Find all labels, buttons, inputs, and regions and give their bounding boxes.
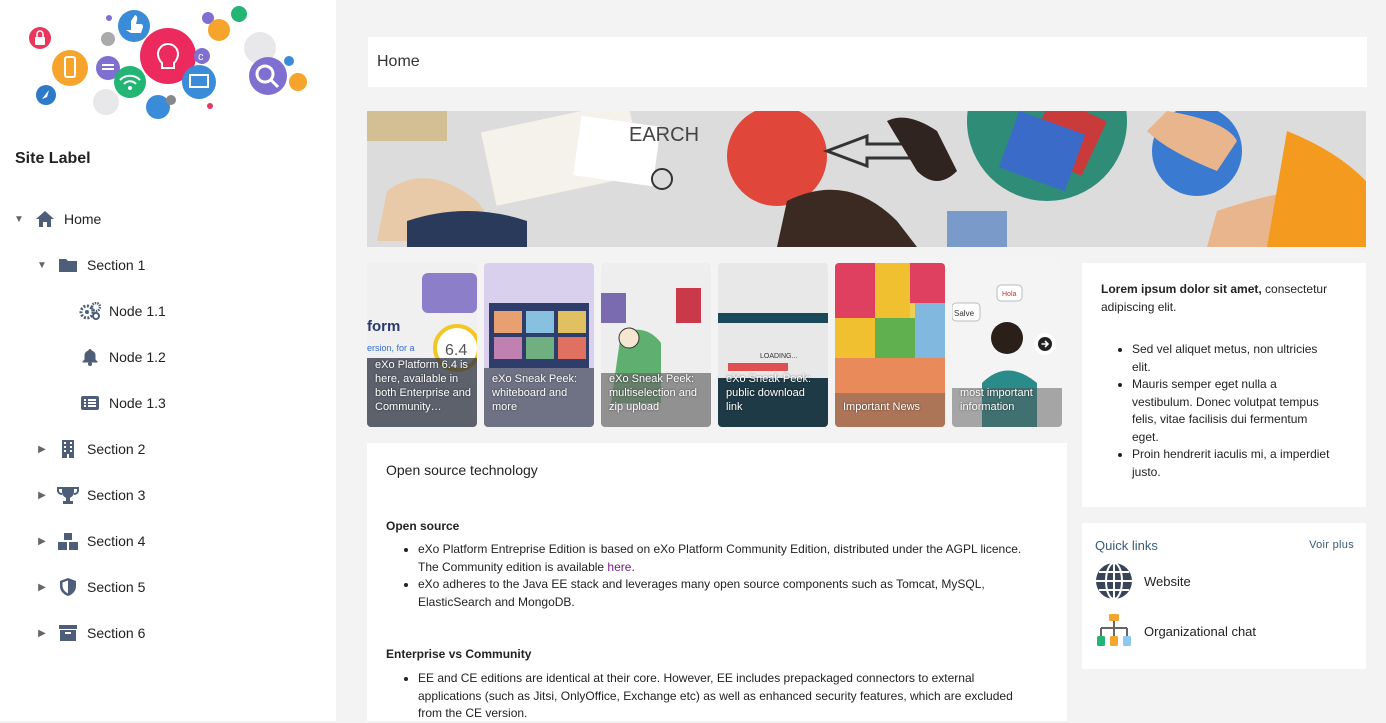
news-tile-title: eXo Sneak Peek: whiteboard and more xyxy=(492,373,578,413)
news-tile[interactable]: eXo Sneak Peek: multiselection and zip u… xyxy=(601,263,711,427)
list-item: eXo Platform Entreprise Edition is based… xyxy=(418,541,1023,576)
nav-item-home[interactable]: ▼ Home xyxy=(12,207,101,231)
globe-icon xyxy=(1095,562,1133,600)
caret-right-icon[interactable]: ▶ xyxy=(35,628,49,639)
list-item: Mauris semper eget nulla a vestibulum. D… xyxy=(1132,376,1332,446)
list-item: EE and CE editions are identical at thei… xyxy=(418,670,1023,723)
news-tile-title: most important information xyxy=(960,387,1033,413)
page-title: Home xyxy=(377,53,420,70)
home-icon xyxy=(34,209,56,229)
news-tile-title: Important News xyxy=(843,401,921,413)
gears-icon xyxy=(79,301,101,321)
nav-item-label: Home xyxy=(64,211,102,227)
nav-item-label: Node 1.2 xyxy=(109,349,166,365)
list-icon xyxy=(79,393,101,413)
nav-item-label: Node 1.1 xyxy=(109,303,166,319)
article-list: eXo Platform Entreprise Edition is based… xyxy=(386,541,1023,611)
nav-item-label: Section 3 xyxy=(87,487,146,503)
news-tile-title: eXo Sneak Peek: multiselection and zip u… xyxy=(609,373,698,413)
svg-text:c: c xyxy=(198,51,204,63)
nav-item-node-1-2[interactable]: Node 1.2 xyxy=(79,345,166,369)
lorem-paragraph: Lorem ipsum dolor sit amet, consectetur … xyxy=(1101,282,1328,314)
org-chart-icon xyxy=(1095,612,1133,650)
article-heading: Enterprise vs Community xyxy=(386,647,532,661)
nav-item-label: Section 6 xyxy=(87,625,146,641)
site-logo[interactable]: c xyxy=(18,4,318,124)
tile-hola-text: Hola xyxy=(1002,291,1017,298)
banner-image: EARCH xyxy=(367,111,1366,247)
tile-loading-text: LOADING... xyxy=(760,353,797,360)
news-carousel: form ersion, for a 6.4 eXo Platform 6.4 … xyxy=(367,263,1062,427)
nav-item-label: Section 4 xyxy=(87,533,146,549)
quick-link-organizational-chat[interactable]: Organizational chat xyxy=(1095,612,1256,650)
archive-icon xyxy=(57,623,79,643)
article-heading: Open source xyxy=(386,519,460,533)
list-item: eXo adheres to the Java EE stack and lev… xyxy=(418,576,1023,611)
folder-icon xyxy=(57,255,79,275)
lorem-list: Sed vel aliquet metus, non ultricies eli… xyxy=(1101,341,1332,481)
article-list: EE and CE editions are identical at thei… xyxy=(386,670,1023,723)
quick-link-label: Organizational chat xyxy=(1144,623,1257,639)
list-item: Sed vel aliquet metus, non ultricies eli… xyxy=(1132,341,1332,376)
nav-item-section-6[interactable]: ▶ Section 6 xyxy=(35,621,145,645)
lorem-card: Lorem ipsum dolor sit amet, consectetur … xyxy=(1082,263,1366,507)
caret-right-icon[interactable]: ▶ xyxy=(35,444,49,455)
shield-icon xyxy=(57,577,79,597)
news-tile[interactable]: LOADING... eXo Sneak Peek: public downlo… xyxy=(718,263,828,427)
nav-item-section-3[interactable]: ▶ Section 3 xyxy=(35,483,145,507)
nav-item-label: Section 5 xyxy=(87,579,146,595)
tile-version-text: 6.4 xyxy=(445,342,467,359)
quick-links-title: Quick links xyxy=(1095,538,1158,553)
caret-right-icon[interactable]: ▶ xyxy=(35,582,49,593)
article-card: Open source technology Open source eXo P… xyxy=(367,443,1067,721)
page-title-bar: Home xyxy=(368,37,1367,87)
main-content: Home EARCH form ersion, for a 6.4 eXo Pl… xyxy=(336,0,1386,721)
bell-icon xyxy=(79,347,101,367)
article-title: Open source technology xyxy=(386,462,538,478)
nav-item-section-1[interactable]: ▼ Section 1 xyxy=(35,253,145,277)
site-label: Site Label xyxy=(15,150,91,167)
caret-down-icon[interactable]: ▼ xyxy=(35,260,49,271)
tile-headline-text: form xyxy=(367,318,400,335)
list-item: Proin hendrerit iaculis mi, a imperdiet … xyxy=(1132,446,1332,481)
sidebar: c Site Label ▼ Home ▼ Section 1 Node 1.1 xyxy=(0,0,336,721)
news-tile[interactable]: eXo Sneak Peek: whiteboard and more xyxy=(484,263,594,427)
news-tile[interactable]: form ersion, for a 6.4 eXo Platform 6.4 … xyxy=(367,263,477,427)
banner-research-text: EARCH xyxy=(629,124,699,146)
nav-item-label: Node 1.3 xyxy=(109,395,166,411)
nav-item-label: Section 2 xyxy=(87,441,146,457)
caret-right-icon[interactable]: ▶ xyxy=(35,536,49,547)
news-tile-title: eXo Sneak Peek: public download link xyxy=(726,373,812,413)
nav-item-node-1-1[interactable]: Node 1.1 xyxy=(79,299,166,323)
see-more-link[interactable]: Voir plus xyxy=(1309,539,1354,551)
quick-link-label: Website xyxy=(1144,573,1191,589)
nav-item-section-2[interactable]: ▶ Section 2 xyxy=(35,437,145,461)
nav-item-label: Section 1 xyxy=(87,257,146,273)
building-icon xyxy=(57,439,79,459)
nav-item-section-4[interactable]: ▶ Section 4 xyxy=(35,529,145,553)
carousel-next-button[interactable] xyxy=(1034,333,1056,355)
tile-subtext: ersion, for a xyxy=(367,343,415,353)
quick-links-card: Quick links Voir plus Website Organizati… xyxy=(1082,523,1366,669)
tile-salve-text: Salve xyxy=(954,309,975,318)
nav-item-node-1-3[interactable]: Node 1.3 xyxy=(79,391,166,415)
news-tile[interactable]: Important News xyxy=(835,263,945,427)
caret-right-icon[interactable]: ▶ xyxy=(35,490,49,501)
here-link[interactable]: here xyxy=(607,560,631,574)
boxes-icon xyxy=(57,531,79,551)
news-tile-title: eXo Platform 6.4 is here, available in b… xyxy=(375,359,472,413)
trophy-icon xyxy=(57,485,79,505)
caret-down-icon[interactable]: ▼ xyxy=(12,214,26,225)
nav-item-section-5[interactable]: ▶ Section 5 xyxy=(35,575,145,599)
arrow-right-icon xyxy=(1038,337,1052,351)
quick-link-website[interactable]: Website xyxy=(1095,562,1191,600)
